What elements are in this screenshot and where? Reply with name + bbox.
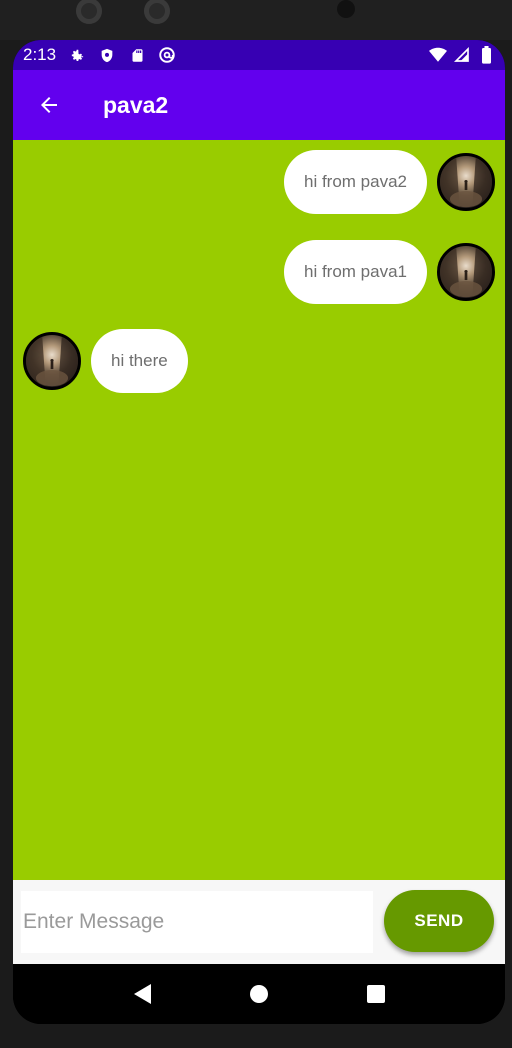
message-bubble: hi from pava2 bbox=[284, 150, 427, 214]
avatar bbox=[23, 332, 81, 390]
nav-recents-button[interactable] bbox=[356, 974, 396, 1014]
camera-icon bbox=[76, 0, 102, 24]
send-button[interactable]: SEND bbox=[384, 890, 494, 952]
chat-message-list[interactable]: hi from pava2 hi from pava1 hi there bbox=[13, 140, 505, 880]
shield-icon bbox=[98, 46, 116, 64]
status-bar: 2:13 bbox=[13, 40, 505, 70]
device-top-bezel bbox=[0, 0, 512, 40]
phone-screen: 2:13 pava2 hi from pava2 hi from pava1 h… bbox=[13, 40, 505, 1024]
arrow-left-icon bbox=[41, 97, 57, 113]
nav-back-button[interactable] bbox=[122, 974, 162, 1014]
device-frame: 2:13 pava2 hi from pava2 hi from pava1 h… bbox=[0, 0, 512, 1048]
battery-icon bbox=[477, 46, 495, 64]
avatar bbox=[437, 153, 495, 211]
forest-path-avatar-icon bbox=[440, 156, 492, 208]
status-left: 2:13 bbox=[23, 45, 176, 65]
home-circle-icon bbox=[249, 985, 268, 1003]
wifi-icon bbox=[429, 46, 447, 64]
system-navigation-bar bbox=[13, 964, 505, 1024]
sensor-icon bbox=[337, 0, 355, 18]
message-composer: SEND bbox=[13, 880, 505, 964]
chat-message-incoming: hi there bbox=[23, 329, 188, 393]
forest-path-avatar-icon bbox=[26, 335, 78, 387]
at-sign-icon bbox=[158, 46, 176, 64]
chat-message-outgoing: hi from pava2 bbox=[284, 150, 495, 214]
sd-card-icon bbox=[128, 46, 146, 64]
back-triangle-icon bbox=[133, 984, 151, 1004]
chat-message-outgoing: hi from pava1 bbox=[284, 240, 495, 304]
cell-signal-icon bbox=[453, 46, 471, 64]
avatar bbox=[437, 243, 495, 301]
conversation-title: pava2 bbox=[103, 91, 169, 118]
forest-path-avatar-icon bbox=[440, 246, 492, 298]
camera-icon bbox=[144, 0, 170, 24]
status-right bbox=[429, 46, 495, 64]
gear-icon bbox=[68, 46, 86, 64]
device-bottom-bezel bbox=[0, 1024, 512, 1048]
recents-square-icon bbox=[367, 985, 386, 1003]
message-input[interactable] bbox=[21, 891, 373, 953]
status-time: 2:13 bbox=[23, 45, 57, 64]
back-button[interactable] bbox=[29, 85, 69, 125]
nav-home-button[interactable] bbox=[239, 974, 279, 1014]
app-bar: pava2 bbox=[13, 70, 505, 140]
message-bubble: hi there bbox=[91, 329, 188, 393]
message-bubble: hi from pava1 bbox=[284, 240, 427, 304]
